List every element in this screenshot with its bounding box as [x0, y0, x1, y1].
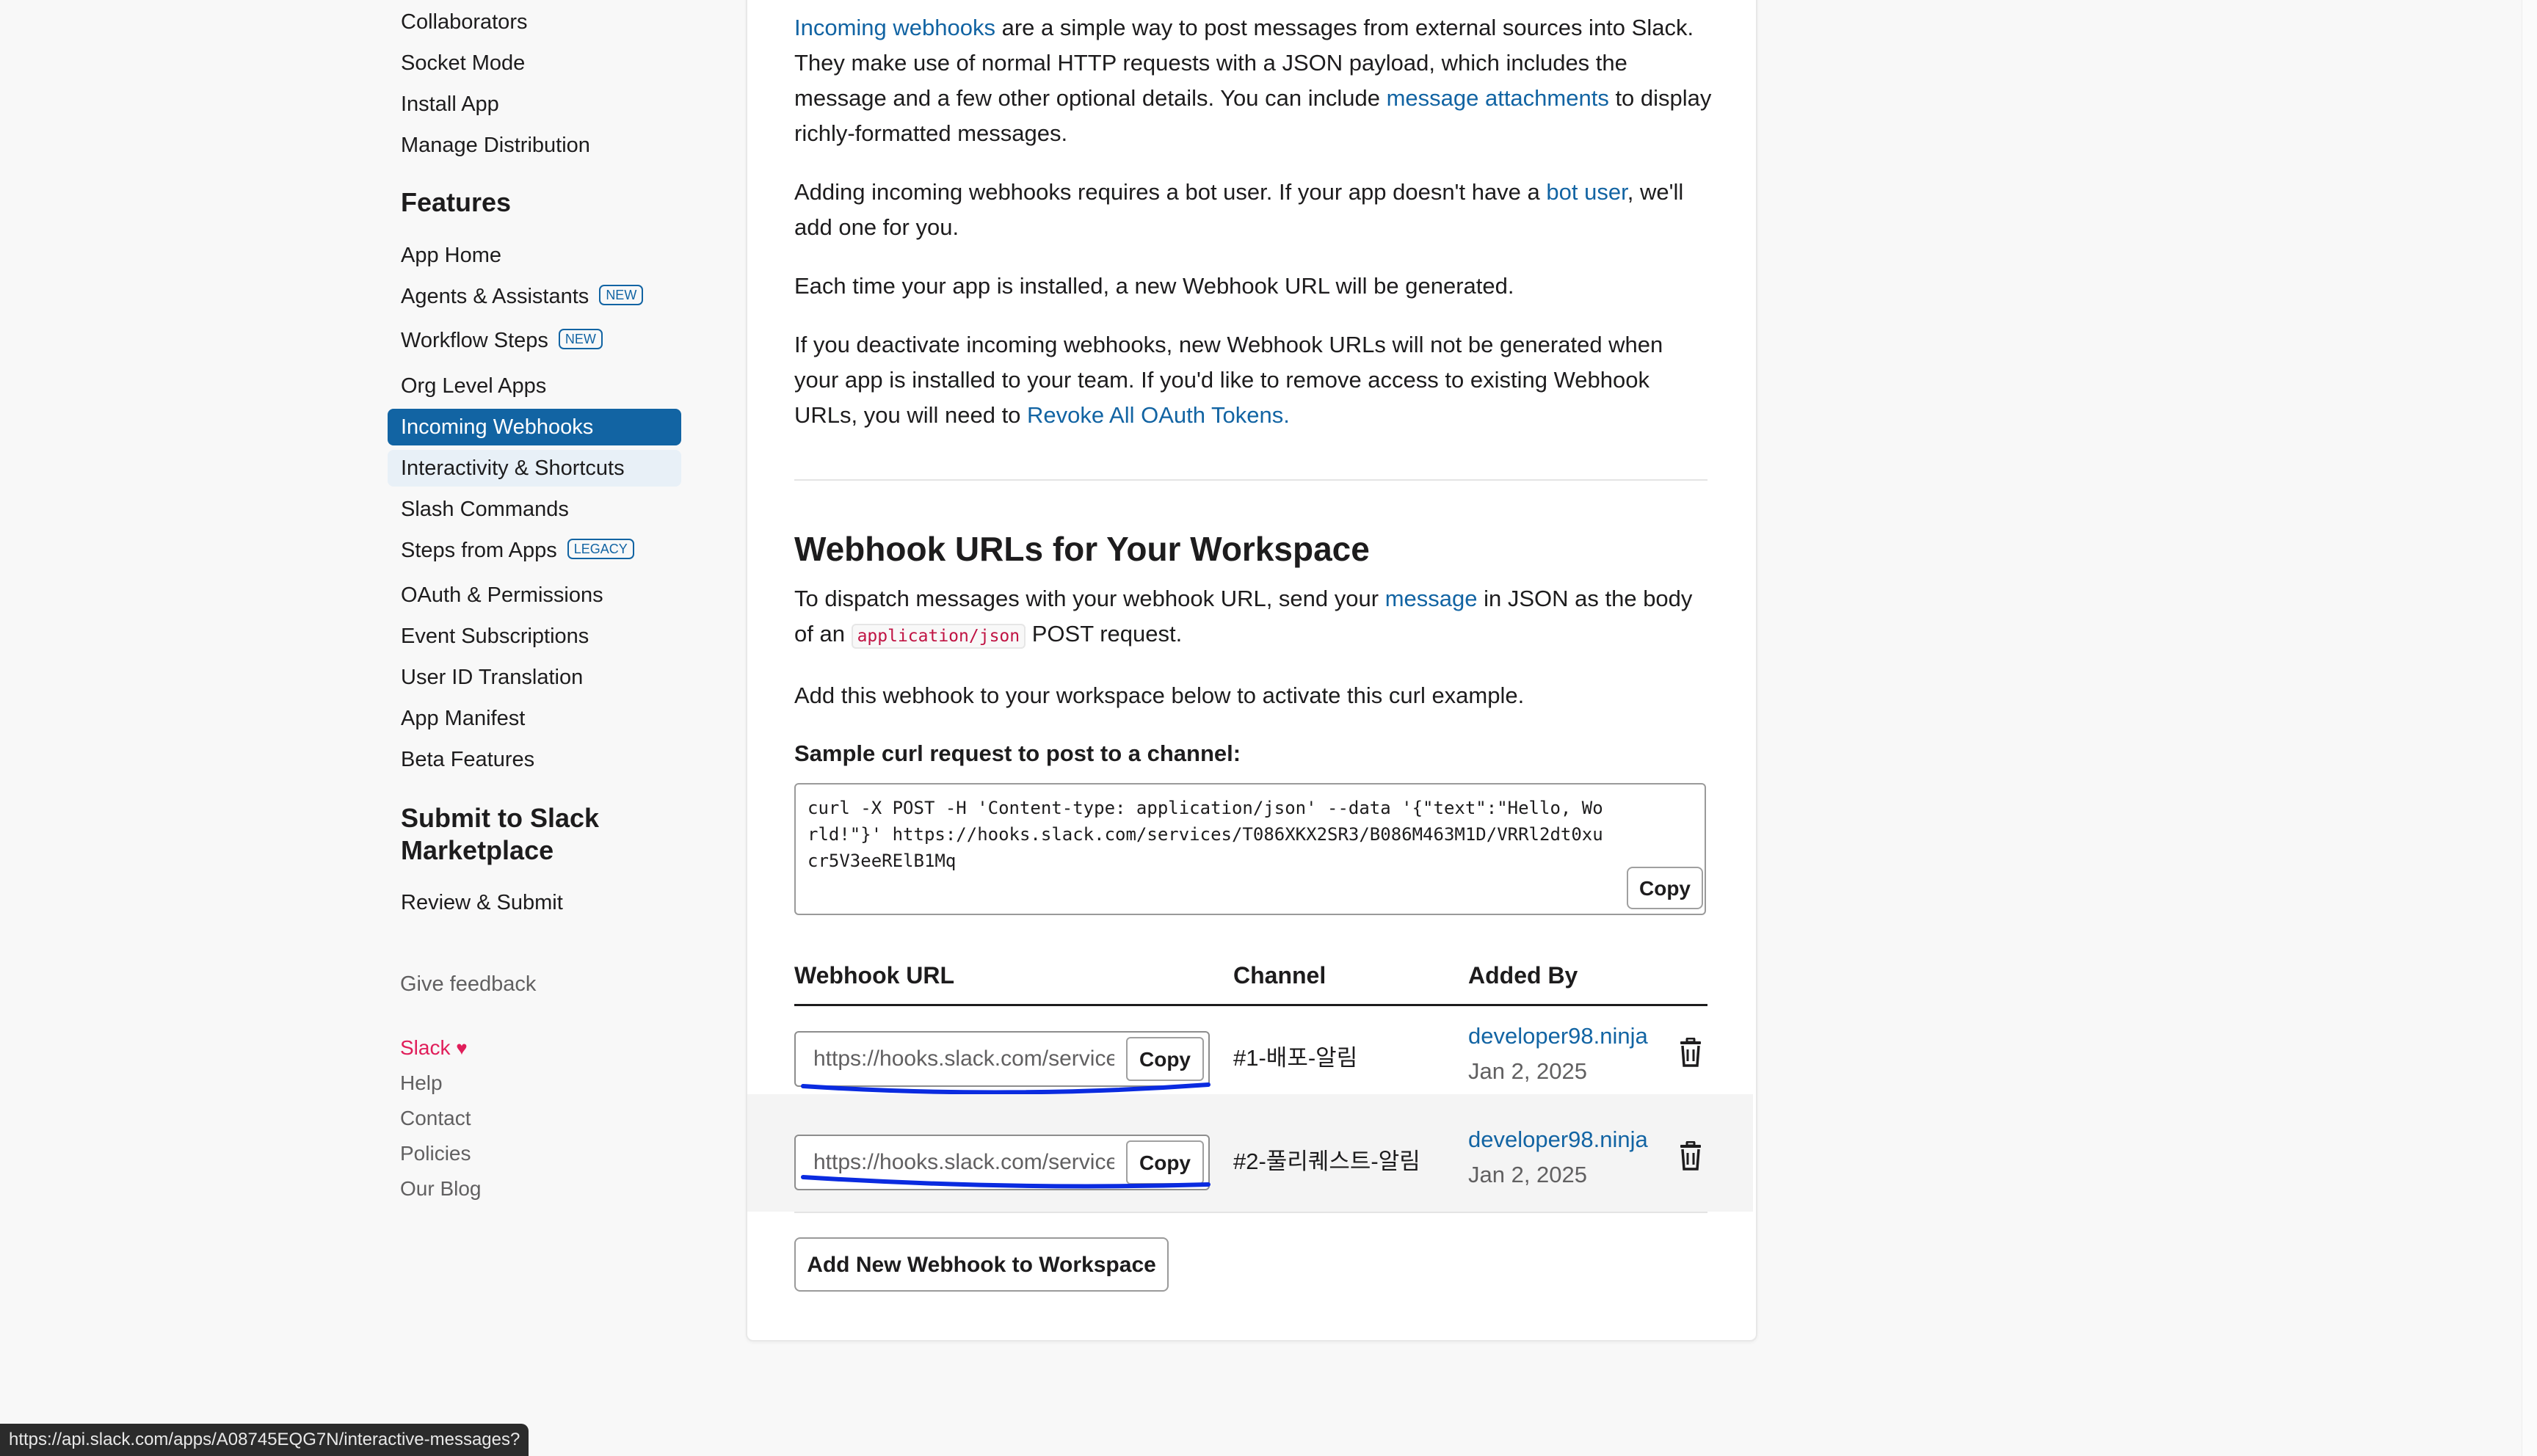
sidebar-item-incoming-webhooks[interactable]: Incoming Webhooks	[388, 409, 681, 445]
policies-link[interactable]: Policies	[400, 1142, 471, 1165]
sidebar-item-label: Agents & Assistants	[401, 285, 589, 308]
sidebar-section-submit: Submit to Slack Marketplace	[401, 802, 599, 867]
sidebar-item-label: Workflow Steps	[401, 329, 548, 352]
contact-link[interactable]: Contact	[400, 1107, 471, 1130]
sidebar-item-app-home[interactable]: App Home	[388, 237, 515, 274]
webhook-url-value[interactable]: https://hooks.slack.com/services/T086XKX…	[813, 1033, 1114, 1085]
submit-title-line1: Submit to Slack	[401, 803, 600, 833]
webhook-url-copy-button[interactable]: Copy	[1126, 1037, 1204, 1081]
application-json-code: application/json	[851, 624, 1026, 649]
column-header-added-by: Added By	[1468, 962, 1578, 989]
annotation-underline	[801, 1175, 1211, 1189]
sidebar-item-label: Steps from Apps	[401, 539, 557, 562]
curl-copy-button[interactable]: Copy	[1627, 867, 1703, 909]
sidebar-item-interactivity-shortcuts[interactable]: Interactivity & Shortcuts	[388, 450, 681, 487]
intro-paragraph-1: Incoming webhooks are a simple way to po…	[794, 10, 1712, 151]
sidebar-item-user-id-translation[interactable]: User ID Translation	[388, 659, 596, 696]
give-feedback-link[interactable]: Give feedback	[400, 972, 536, 997]
dispatch-paragraph: To dispatch messages with your webhook U…	[794, 581, 1712, 654]
our-blog-link[interactable]: Our Blog	[400, 1177, 482, 1201]
sidebar-item-event-subscriptions[interactable]: Event Subscriptions	[388, 618, 602, 655]
curl-label: Sample curl request to post to a channel…	[794, 740, 1241, 766]
section-divider	[794, 479, 1707, 481]
legacy-badge: LEGACY	[567, 539, 634, 560]
new-badge: NEW	[558, 329, 603, 350]
sidebar-item-collaborators[interactable]: Collaborators	[388, 4, 540, 40]
heart-icon: ♥	[456, 1037, 468, 1059]
intro-paragraph-4: If you deactivate incoming webhooks, new…	[794, 327, 1712, 433]
sidebar-item-steps-from-apps[interactable]: Steps from Apps LEGACY	[388, 532, 647, 569]
bot-user-link[interactable]: bot user	[1546, 179, 1627, 205]
channel-name: #2-풀리퀘스트-알림	[1233, 1149, 1420, 1174]
scrollbar-track[interactable]	[2522, 0, 2537, 1456]
help-link[interactable]: Help	[400, 1071, 443, 1095]
trash-icon[interactable]	[1678, 1038, 1703, 1067]
page-section-title: Webhook URLs for Your Workspace	[794, 530, 1370, 568]
dispatch-text: POST request.	[1026, 621, 1183, 647]
curl-code[interactable]: curl -X POST -H 'Content-type: applicati…	[807, 795, 1608, 874]
trash-icon[interactable]	[1678, 1141, 1703, 1171]
added-date: Jan 2, 2025	[1468, 1162, 1588, 1187]
column-header-webhook-url: Webhook URL	[794, 962, 955, 989]
sidebar-item-manage-distribution[interactable]: Manage Distribution	[388, 127, 603, 164]
revoke-oauth-tokens-link[interactable]: Revoke All OAuth Tokens.	[1027, 402, 1290, 428]
table-row-divider	[794, 1212, 1707, 1213]
sidebar-item-beta-features[interactable]: Beta Features	[388, 741, 548, 778]
slack-label: Slack	[400, 1036, 451, 1059]
add-new-webhook-button[interactable]: Add New Webhook to Workspace	[794, 1237, 1169, 1292]
sidebar-item-workflow-steps[interactable]: Workflow Steps NEW	[388, 322, 616, 359]
sidebar-section-features: Features	[401, 187, 512, 217]
table-header-divider	[794, 1004, 1707, 1006]
column-header-channel: Channel	[1233, 962, 1326, 989]
intro-text: Adding incoming webhooks requires a bot …	[794, 179, 1547, 205]
intro-paragraph-3: Each time your app is installed, a new W…	[794, 273, 1514, 299]
browser-status-bar: https://api.slack.com/apps/A08745EQG7N/i…	[0, 1424, 529, 1456]
sidebar-item-review-submit[interactable]: Review & Submit	[388, 884, 576, 921]
added-date: Jan 2, 2025	[1468, 1058, 1588, 1084]
sidebar-item-oauth-permissions[interactable]: OAuth & Permissions	[388, 577, 617, 614]
sidebar-item-socket-mode[interactable]: Socket Mode	[388, 45, 538, 81]
sidebar-item-app-manifest[interactable]: App Manifest	[388, 700, 538, 737]
channel-name: #1-배포-알림	[1233, 1045, 1358, 1071]
curl-code-block: curl -X POST -H 'Content-type: applicati…	[794, 783, 1706, 915]
new-badge: NEW	[599, 285, 644, 306]
sidebar-item-org-level-apps[interactable]: Org Level Apps	[388, 368, 559, 404]
message-attachments-link[interactable]: message attachments	[1387, 85, 1609, 111]
submit-title-line2: Marketplace	[401, 835, 554, 865]
dispatch-text: To dispatch messages with your webhook U…	[794, 586, 1385, 611]
sidebar-item-slash-commands[interactable]: Slash Commands	[388, 491, 582, 528]
intro-paragraph-2: Adding incoming webhooks requires a bot …	[794, 175, 1712, 245]
sidebar-item-install-app[interactable]: Install App	[388, 86, 512, 123]
added-by-user-link[interactable]: developer98.ninja	[1468, 1019, 1648, 1054]
message-link[interactable]: message	[1385, 586, 1478, 611]
activate-paragraph: Add this webhook to your workspace below…	[794, 682, 1525, 708]
incoming-webhooks-link[interactable]: Incoming webhooks	[794, 15, 995, 40]
sidebar-item-agents-assistants[interactable]: Agents & Assistants NEW	[388, 278, 656, 315]
added-by-user-link[interactable]: developer98.ninja	[1468, 1122, 1648, 1157]
slack-footer-link[interactable]: Slack ♥	[400, 1036, 468, 1060]
